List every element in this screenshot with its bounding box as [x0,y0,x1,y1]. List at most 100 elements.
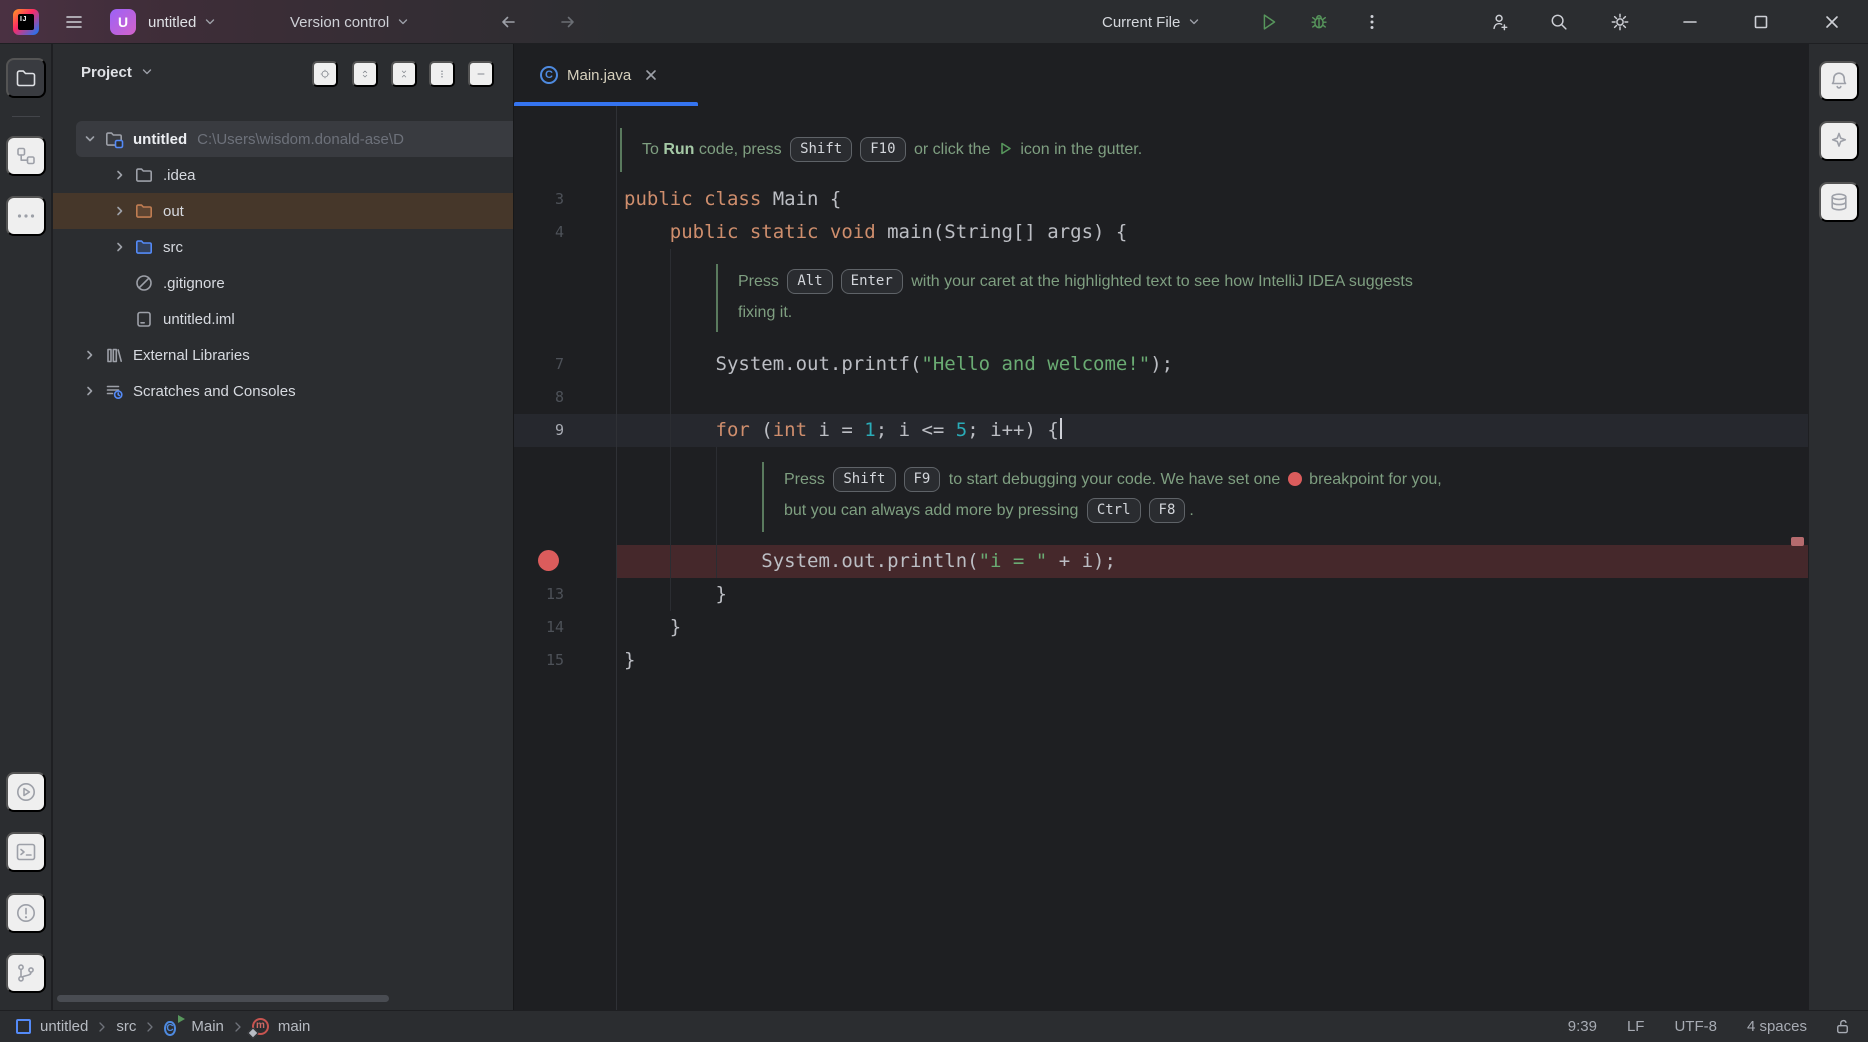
structure-tool-button[interactable] [6,136,46,176]
key-f8: F8 [1149,498,1186,523]
terminal-tool-window-button[interactable] [6,832,46,872]
project-switcher[interactable]: untitled [148,0,217,44]
tree-item-out[interactable]: out [53,193,514,229]
ai-assistant-button[interactable] [1819,121,1859,161]
run-configuration-selector[interactable]: Current File [1102,0,1201,44]
line-number-active[interactable]: 9 [514,414,564,447]
navigate-back-button[interactable] [492,6,524,38]
ellipsis-icon [14,204,38,228]
chevron-right-icon [145,1021,155,1033]
code-line-13: } [624,578,727,611]
editor-content[interactable]: 3 4 7 8 9 13 14 15 To Run code, press Sh… [514,106,1808,1010]
project-tool-button[interactable] [6,58,46,98]
arrow-left-icon [498,12,518,32]
caret-position-widget[interactable]: 9:39 [1568,1018,1597,1035]
project-panel-title[interactable]: Project [81,64,132,81]
line-number[interactable]: 15 [514,644,564,677]
gutter-separator [616,106,617,1010]
line-number[interactable]: 3 [514,183,564,216]
code-line-9: for (int i = 1; i <= 5; i++) { [624,414,1062,447]
tree-item-external-libraries[interactable]: External Libraries [53,337,514,373]
vcs-widget[interactable]: Version control [290,0,410,44]
scratches-icon [104,381,124,401]
user-plus-icon [1489,11,1511,33]
expand-all-button[interactable] [352,61,378,87]
tree-item-idea[interactable]: .idea [53,157,514,193]
line-number[interactable]: 14 [514,611,564,644]
chevron-right-icon[interactable] [111,167,129,183]
line-number[interactable]: 13 [514,578,564,611]
run-tool-window-button[interactable] [6,772,46,812]
chevron-down-icon[interactable] [140,65,154,79]
key-ctrl: Ctrl [1087,498,1141,523]
more-tool-windows-button[interactable] [6,196,46,236]
key-shift: Shift [790,137,852,162]
window-close-button[interactable] [1816,6,1848,38]
chevron-right-icon[interactable] [81,347,99,363]
panel-options-button[interactable] [429,61,455,87]
collapse-all-button[interactable] [391,61,417,87]
tree-item-src[interactable]: src [53,229,514,265]
database-tool-button[interactable] [1819,182,1859,222]
run-button[interactable] [1253,6,1285,38]
tab-main-java[interactable]: C Main.java [514,44,698,106]
chevron-right-icon[interactable] [81,383,99,399]
line-number[interactable]: 7 [514,348,564,381]
hide-panel-button[interactable] [468,61,494,87]
version-control-tool-window-button[interactable] [6,953,46,993]
breadcrumb-main-method[interactable]: main [278,1018,311,1035]
folder-icon [14,66,38,90]
tree-item-untitled-root[interactable]: untitled C:\Users\wisdom.donald-ase\D [53,121,514,157]
notifications-button[interactable] [1819,61,1859,101]
key-f10: F10 [860,137,905,162]
search-everywhere-button[interactable] [1543,6,1575,38]
key-f9: F9 [904,467,941,492]
arrow-right-icon [558,12,578,32]
project-horizontal-scrollbar[interactable] [57,995,389,1002]
intellij-logo-glyph: IJ [18,14,34,30]
code-with-me-button[interactable] [1484,6,1516,38]
breadcrumb-main-class[interactable]: Main [191,1018,224,1035]
chevron-right-icon[interactable] [111,239,129,255]
locate-file-button[interactable] [312,61,338,87]
breakpoint-icon[interactable] [538,550,559,571]
chevron-right-icon[interactable] [111,203,129,219]
method-badge-icon [247,1027,258,1038]
module-icon [16,1019,31,1034]
more-actions-button[interactable] [1356,6,1388,38]
line-ending-widget[interactable]: LF [1627,1018,1645,1035]
line-number[interactable]: 8 [514,381,564,414]
git-branch-icon [14,961,38,985]
hamburger-icon [64,12,84,32]
breadcrumb-untitled[interactable]: untitled [40,1018,88,1035]
key-shift: Shift [833,467,895,492]
line-number[interactable]: 4 [514,216,564,249]
status-bar-widgets: 9:39 LF UTF-8 4 spaces [1538,1017,1852,1036]
code-line-7: System.out.printf("Hello and welcome!"); [624,348,1173,381]
tree-item-gitignore[interactable]: .gitignore [53,265,514,301]
readonly-toggle[interactable] [1833,1017,1852,1036]
play-circle-icon [14,780,38,804]
breadcrumb-src[interactable]: src [116,1018,136,1035]
tree-item-scratches-consoles[interactable]: Scratches and Consoles [53,373,514,409]
encoding-widget[interactable]: UTF-8 [1674,1018,1717,1035]
main-menu-button[interactable] [58,6,90,38]
indent-widget[interactable]: 4 spaces [1747,1018,1807,1035]
chevron-down-icon[interactable] [81,131,99,147]
window-titlebar: IJ U untitled Version control Current [0,0,1868,44]
status-bar: untitled src C Main m main 9:39 LF UTF-8… [0,1010,1868,1042]
error-stripe-breakpoint-mark[interactable] [1791,537,1804,546]
sparkle-icon [1827,129,1851,153]
window-maximize-button[interactable] [1745,6,1777,38]
folder-icon [134,165,154,185]
tab-close-icon[interactable] [644,68,658,82]
project-avatar[interactable]: U [110,9,136,35]
tree-item-untitled-iml[interactable]: untitled.iml [53,301,514,337]
database-icon [1827,190,1851,214]
window-minimize-button[interactable] [1674,6,1706,38]
project-panel: Project [53,44,514,1010]
navigate-forward-button[interactable] [552,6,584,38]
problems-tool-window-button[interactable] [6,893,46,933]
debug-button[interactable] [1303,6,1335,38]
settings-button[interactable] [1604,6,1636,38]
